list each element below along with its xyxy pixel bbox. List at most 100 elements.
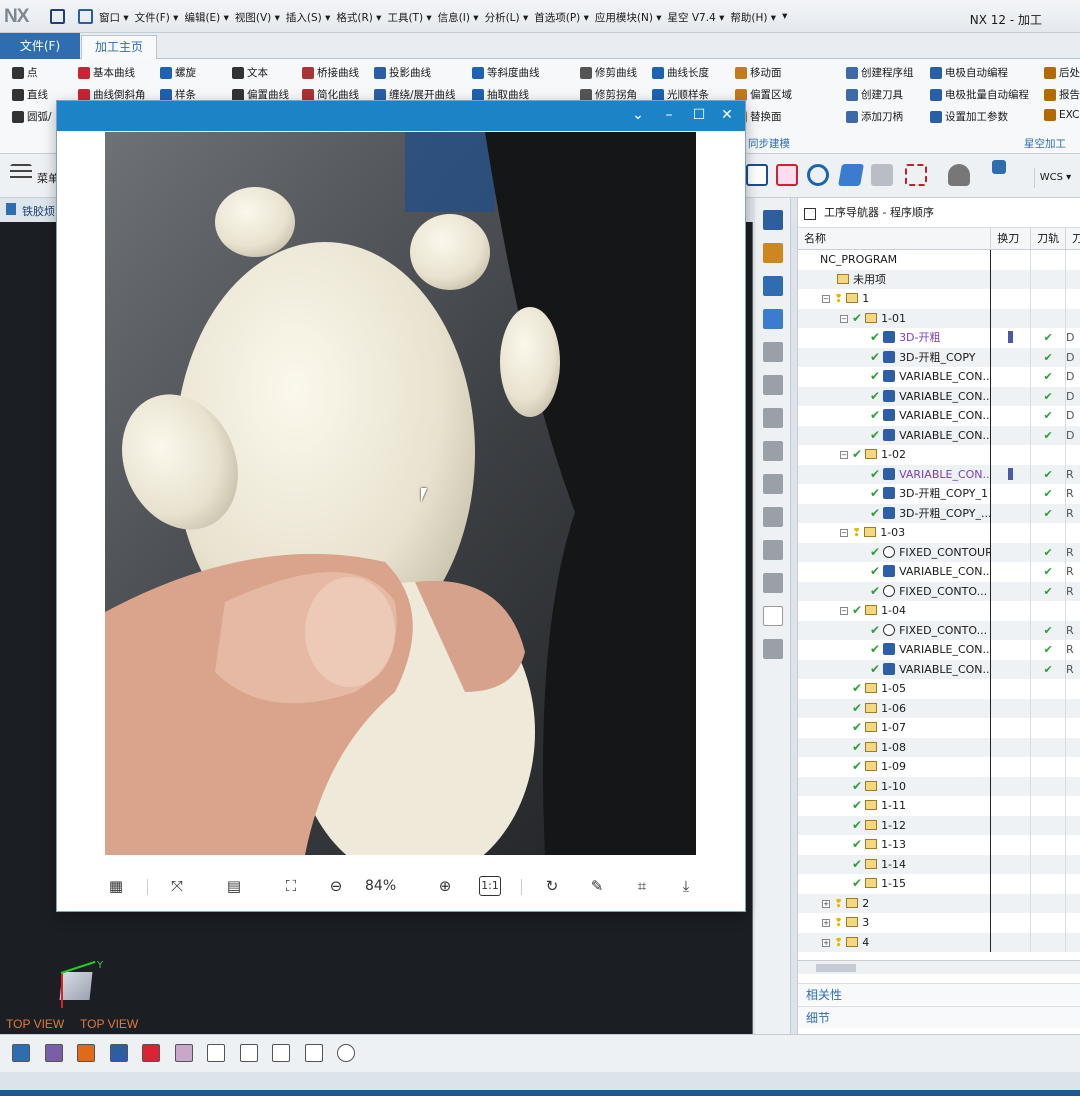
- navigator-row[interactable]: ✔ VARIABLE_CON... ✔ R: [798, 464, 1080, 484]
- resource-tab-icon-6[interactable]: [763, 408, 783, 428]
- navigator-row[interactable]: ✔ 1-05: [798, 679, 1080, 699]
- resource-tab-icon-0[interactable]: [763, 210, 783, 230]
- bottom-tool-icon-2[interactable]: [77, 1044, 95, 1062]
- navigator-row[interactable]: − ✔ 1-01: [798, 308, 1080, 328]
- collapse-icon[interactable]: −: [840, 451, 848, 459]
- navigator-row[interactable]: NC_PROGRAM: [798, 250, 1080, 270]
- menu-item-13[interactable]: ▾: [781, 10, 788, 25]
- bottom-tool-icon-3[interactable]: [109, 1044, 128, 1062]
- resource-tab-icon-12[interactable]: [763, 606, 783, 626]
- navigator-row[interactable]: ✔ VARIABLE_CON... ✔ R: [798, 562, 1080, 582]
- menu-item-6[interactable]: 工具(T) ▾: [386, 10, 432, 25]
- section-details[interactable]: 细节: [798, 1006, 1080, 1028]
- menu-item-8[interactable]: 分析(L) ▾: [484, 10, 530, 25]
- bottom-tool-icon-6[interactable]: [207, 1044, 225, 1062]
- navigator-row[interactable]: + ❢ 2: [798, 893, 1080, 913]
- expand-icon[interactable]: +: [822, 938, 830, 947]
- ribbon-col1-item-2[interactable]: 圆弧/: [12, 109, 52, 124]
- navigator-row[interactable]: − ❢ 1: [798, 289, 1080, 309]
- col-tool-change[interactable]: 换刀: [991, 228, 1032, 249]
- collapse-icon[interactable]: −: [840, 607, 848, 615]
- ribbon-col9-item-1[interactable]: 光顺样条: [652, 87, 709, 102]
- zoom-box-icon[interactable]: [905, 164, 927, 186]
- navigator-row[interactable]: ✔ FIXED_CONTO... ✔ R: [798, 581, 1080, 601]
- navigator-row[interactable]: ✔ 1-15: [798, 874, 1080, 894]
- navigator-row[interactable]: ✔ VARIABLE_CON... ✔ D: [798, 386, 1080, 406]
- viewer-title-bar[interactable]: ⌄ – ☐ ✕: [57, 101, 745, 131]
- cube-icon[interactable]: [992, 160, 1006, 174]
- ribbon-col1-item-1[interactable]: 直线: [12, 87, 48, 102]
- download-icon[interactable]: ⤓: [674, 874, 698, 898]
- resource-tab-icon-2[interactable]: [763, 276, 783, 296]
- navigator-row[interactable]: − ✔ 1-02: [798, 445, 1080, 465]
- resource-tab-icon-13[interactable]: [763, 639, 783, 659]
- view-style-icon[interactable]: [871, 164, 893, 186]
- bottom-tool-icon-9[interactable]: [304, 1044, 323, 1062]
- navigator-row[interactable]: ✔ 1-10: [798, 776, 1080, 796]
- navigator-row[interactable]: − ✔ 1-04: [798, 601, 1080, 621]
- save-icon[interactable]: [50, 9, 65, 24]
- ocr-icon[interactable]: ▤: [222, 874, 246, 898]
- navigator-row[interactable]: ✔ FIXED_CONTO... ✔ R: [798, 620, 1080, 640]
- menu-item-9[interactable]: 首选项(P) ▾: [533, 10, 590, 25]
- menu-item-10[interactable]: 应用模块(N) ▾: [594, 10, 663, 25]
- navigator-row[interactable]: ✔ 1-14: [798, 854, 1080, 874]
- navigator-row[interactable]: ✔ 1-11: [798, 796, 1080, 816]
- navigator-row[interactable]: ✔ 1-13: [798, 835, 1080, 855]
- shaded-icon[interactable]: [838, 164, 864, 186]
- resource-tab-icon-8[interactable]: [763, 474, 783, 494]
- ribbon-col8-item-0[interactable]: 修剪曲线: [580, 65, 637, 80]
- menu-item-4[interactable]: 插入(S) ▾: [285, 10, 331, 25]
- ribbon-col5-item-1[interactable]: 简化曲线: [302, 87, 359, 102]
- ribbon-col6-item-0[interactable]: 投影曲线: [374, 65, 431, 80]
- layer-icon[interactable]: [948, 164, 970, 186]
- ribbon-col11-item-0[interactable]: 创建程序组: [846, 65, 914, 80]
- navigator-row[interactable]: ✔ 1-09: [798, 757, 1080, 777]
- ribbon-col12-item-2[interactable]: 设置加工参数: [930, 109, 1008, 124]
- menu-item-0[interactable]: 窗口 ▾: [98, 10, 130, 25]
- navigator-row[interactable]: ✔ 3D-开粗_COPY_1 ✔ R: [798, 484, 1080, 504]
- navigator-row[interactable]: ✔ VARIABLE_CON... ✔ R: [798, 640, 1080, 660]
- collapse-icon[interactable]: −: [822, 295, 830, 303]
- menu-item-5[interactable]: 格式(R) ▾: [335, 10, 382, 25]
- navigator-row[interactable]: ✔ 1-12: [798, 815, 1080, 835]
- bottom-tool-icon-4[interactable]: [142, 1044, 160, 1062]
- resource-tab-icon-9[interactable]: [763, 507, 783, 527]
- menu-icon[interactable]: [10, 164, 32, 186]
- navigator-hscrollbar[interactable]: [798, 960, 1080, 974]
- resource-tab-icon-10[interactable]: [763, 540, 783, 560]
- maximize-icon[interactable]: ☐: [689, 107, 709, 123]
- menu-item-3[interactable]: 视图(V) ▾: [234, 10, 281, 25]
- edit-icon[interactable]: ✎: [585, 874, 609, 898]
- ribbon-col6-item-1[interactable]: 缠绕/展开曲线: [374, 87, 456, 102]
- photo-viewer-window[interactable]: ⌄ – ☐ ✕ ▦ ⤧ ▤ ⛶ ⊖ 84% ⊕ 1:1 ↻ ✎ ⌗ ⤓: [57, 101, 745, 911]
- navigator-row[interactable]: ✔ VARIABLE_CON... ✔ R: [798, 659, 1080, 679]
- expand-icon[interactable]: +: [822, 899, 830, 908]
- menu-label[interactable]: 菜单: [37, 170, 59, 186]
- ribbon-col4-item-0[interactable]: 文本: [232, 65, 268, 80]
- ribbon-col10-item-1[interactable]: 偏置区域: [735, 87, 792, 102]
- bottom-tool-icon-7[interactable]: [239, 1044, 258, 1062]
- fit-screen-icon[interactable]: ⤧: [165, 874, 189, 898]
- menu-item-12[interactable]: 帮助(H) ▾: [729, 10, 777, 25]
- ribbon-col2-item-1[interactable]: 曲线倒斜角: [78, 87, 146, 102]
- ribbon-col5-item-0[interactable]: 桥接曲线: [302, 65, 359, 80]
- col-tool[interactable]: 刀: [1066, 228, 1080, 249]
- bottom-tool-icon-8[interactable]: [272, 1044, 290, 1062]
- wcs-dropdown[interactable]: WCS ▾: [1034, 168, 1076, 188]
- resource-tab-icon-11[interactable]: [763, 573, 783, 593]
- breadcrumb[interactable]: 铁胶烦: [22, 203, 55, 219]
- thumbnail-layout-icon[interactable]: ▦: [104, 874, 128, 898]
- navigator-row[interactable]: ✔ 1-08: [798, 737, 1080, 757]
- tab-file[interactable]: 文件(F): [0, 33, 80, 59]
- fit-view-icon[interactable]: [746, 164, 768, 186]
- navigator-row[interactable]: 未用项: [798, 269, 1080, 289]
- ribbon-col7-item-1[interactable]: 抽取曲线: [472, 87, 529, 102]
- snapshot-icon[interactable]: [776, 164, 798, 186]
- bottom-tool-icon-1[interactable]: [44, 1044, 63, 1062]
- navigator-row[interactable]: ✔ 3D-开粗_COPY_... ✔ R: [798, 503, 1080, 523]
- ribbon-col9-item-0[interactable]: 曲线长度: [652, 65, 709, 80]
- resource-tab-icon-1[interactable]: [763, 243, 783, 263]
- ribbon-col12-item-0[interactable]: 电极自动编程: [930, 65, 1008, 80]
- ribbon-col7-item-0[interactable]: 等斜度曲线: [472, 65, 540, 80]
